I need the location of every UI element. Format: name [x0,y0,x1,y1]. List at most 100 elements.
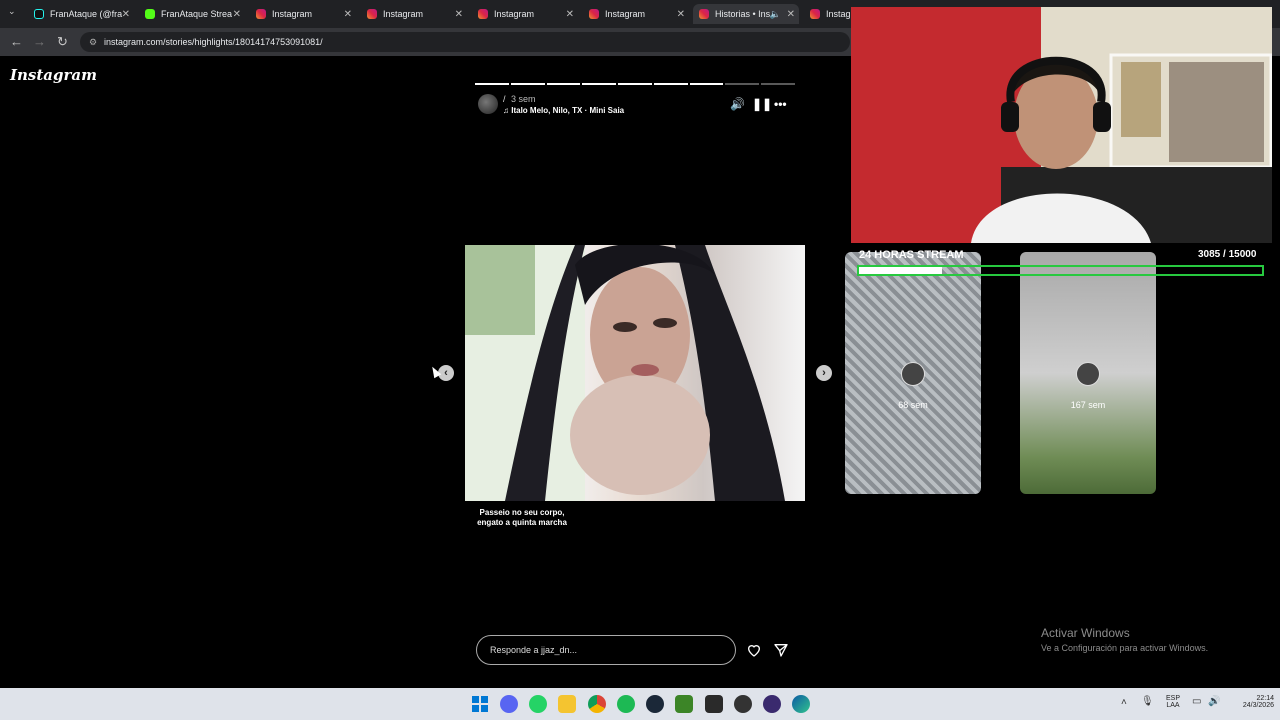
file-explorer-icon[interactable] [558,695,576,713]
story-viewer[interactable]: / 3 sem ♫ Italo Melo, Nilo, TX · Mini Sa… [465,80,805,680]
close-icon[interactable]: ✕ [233,9,241,20]
chevron-up-icon[interactable]: ˄ [1121,697,1127,708]
activate-subtitle: Ve a Configuración para activar Windows. [1041,643,1209,653]
minecraft-icon[interactable] [675,695,693,713]
activate-title: Activar Windows [1041,626,1130,640]
pause-icon[interactable]: ❚❚ [752,97,772,111]
avatar [901,362,925,386]
language-code: ESP [1165,695,1180,702]
music-icon: ♫ [503,106,512,115]
stream-goal-fill [859,267,942,274]
next-story-button[interactable]: › [816,365,832,381]
heart-icon[interactable] [746,642,762,658]
instagram-icon [256,9,266,19]
tab-1[interactable]: FranAtaque Strea ✕ [139,4,245,24]
close-icon[interactable]: ✕ [677,9,685,20]
close-icon[interactable]: ✕ [566,9,574,20]
edge-icon[interactable] [792,695,810,713]
instagram-logo[interactable]: Instagram [10,66,97,84]
story-progress-segment [546,83,581,85]
start-icon[interactable] [471,695,489,713]
instagram-icon [699,9,709,19]
stream-goal-count: 3085 / 15000 [1198,249,1257,260]
tab-7[interactable]: Instagra [804,4,859,24]
instagram-icon [478,9,488,19]
story-preview-right[interactable]: 167 sem [1020,252,1156,494]
story-progress-segment [475,83,509,85]
story-username[interactable]: / [503,94,506,104]
forward-icon[interactable]: → [33,34,46,49]
microphone-icon[interactable]: 🎙 [1141,696,1154,707]
story-image [465,245,805,501]
tab-4[interactable]: Instagram ✕ [472,4,578,24]
app-icon[interactable] [763,695,781,713]
tab-search-icon[interactable]: ⌄ [8,6,16,17]
close-icon[interactable]: ✕ [122,9,130,20]
tab-title: Instagram [272,9,313,19]
network-icon[interactable]: ▭ [1192,696,1201,707]
more-options-icon[interactable]: ••• [774,97,787,111]
story-music[interactable]: ♫ Italo Melo, Nilo, TX · Mini Saia [503,106,624,115]
tab-title: Instagram [605,9,646,19]
webcam-overlay [851,7,1272,243]
close-icon[interactable]: ✕ [344,9,352,20]
tab-3[interactable]: Instagram ✕ [361,4,467,24]
language-indicator[interactable]: ESP LAA [1162,695,1184,709]
avatar[interactable] [478,94,498,114]
discord-icon[interactable] [500,695,518,713]
close-icon[interactable]: ✕ [455,9,463,20]
story-progress-segment [761,83,795,85]
story-caption: Passeio no seu corpo, engato a quinta ma… [477,508,567,527]
back-icon[interactable]: ← [10,34,23,49]
tab-0[interactable]: FranAtaque (@fra ✕ [28,4,134,24]
story-timestamp: 3 sem [511,94,536,104]
story-progress-segment [582,83,617,85]
instagram-icon [589,9,599,19]
activate-windows-watermark: Activar Windows Ve a Configuración para … [1041,626,1208,653]
kick-icon [145,9,155,19]
tab-6-active[interactable]: Historias • Ins 🔈 ✕ [693,4,799,24]
story-progress-segment [653,83,688,85]
stream-goal-title: 24 HORAS STREAM [859,249,964,261]
stream-goal-bar [857,265,1264,276]
story-preview-left[interactable]: 68 sem [845,252,981,494]
clock-date: 24/3/2026 [1242,702,1274,709]
keyboard-layout: LAA [1166,702,1180,709]
story-progress-segment [510,83,545,85]
tab-5[interactable]: Instagram ✕ [583,4,689,24]
tab-title: FranAtaque (@fra [50,9,123,19]
story-progress-segment [689,83,724,85]
clock-time: 22:14 [1256,695,1274,702]
story-photo-art [465,245,785,501]
chrome-icon[interactable] [588,695,606,713]
obs-icon[interactable] [734,695,752,713]
url-text: instagram.com/stories/highlights/1801417… [104,37,323,47]
epic-games-icon[interactable] [705,695,723,713]
spotify-icon[interactable] [617,695,635,713]
webcam-art [851,7,1272,243]
tab-title: FranAtaque Strea [161,9,233,19]
preview-time: 68 sem [898,400,928,410]
clock[interactable]: 22:14 24/3/2026 [1218,695,1274,709]
reload-icon[interactable]: ↻ [57,34,68,50]
tab-title: Historias • Ins [715,9,771,19]
tab-2[interactable]: Instagram ✕ [250,4,356,24]
site-info-icon[interactable]: ⚙ [89,32,97,52]
tab-title: Instagram [494,9,535,19]
avatar [1076,362,1100,386]
whatsapp-icon[interactable] [529,695,547,713]
tiktok-icon [34,9,44,19]
windows-taskbar: ˄ 🎙 ESP LAA ▭ 🔊 22:14 24/3/2026 [0,688,1280,720]
tab-title: Instagram [383,9,424,19]
reply-input[interactable]: Responde a jjaz_dn... [476,635,736,665]
close-icon[interactable]: ✕ [787,9,795,20]
send-icon[interactable] [773,642,789,658]
speaker-icon[interactable]: 🔈 [770,9,781,20]
address-bar[interactable]: ⚙ instagram.com/stories/highlights/18014… [80,32,850,52]
volume-icon[interactable]: 🔊 [730,97,745,111]
instagram-icon [367,9,377,19]
preview-time: 167 sem [1070,400,1106,410]
music-label: Italo Melo, Nilo, TX · Mini Saia [511,106,625,115]
story-progress-segment [618,83,652,85]
steam-icon[interactable] [646,695,664,713]
